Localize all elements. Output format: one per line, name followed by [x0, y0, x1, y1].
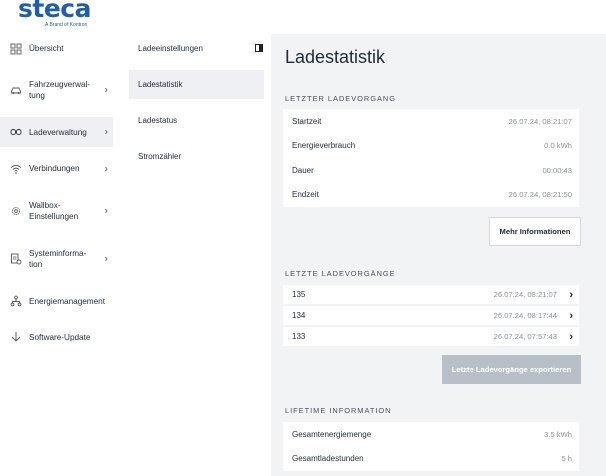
- nav-item-fahrzeugverwaltung[interactable]: Fahrzeugverwal-tung ›: [0, 63, 113, 117]
- chevron-right-icon: ›: [104, 126, 108, 138]
- detail-row-dauer: Dauer 00:00:43: [283, 158, 579, 183]
- nav-label: Wallbox-Einstellungen: [29, 201, 79, 221]
- subnav-item-ladestatistik[interactable]: Ladestatistik: [129, 70, 264, 99]
- chevron-right-icon: ›: [104, 163, 108, 174]
- subnav-label: Ladeeinstellungen: [138, 44, 203, 53]
- session-id: 133: [292, 332, 306, 341]
- session-timestamp: 26.07.24, 08:21:07: [493, 290, 557, 299]
- nav-label: Energiemanagement: [29, 296, 106, 306]
- last-session-card: Startzeit 26.07.24, 08:21:07 Energieverb…: [283, 109, 579, 207]
- detail-row-startzeit: Startzeit 26.07.24, 08:21:07: [283, 109, 579, 134]
- wifi-icon: [10, 163, 22, 175]
- sub-navigation: Ladeeinstellungen Ladestatistik Ladestat…: [129, 34, 264, 178]
- subnav-label: Ladestatistik: [138, 80, 183, 89]
- row-value: 26.07.24, 08:21:50: [508, 190, 572, 200]
- network-icon: [10, 295, 22, 307]
- session-timestamp: 26.07.24, 08:17:44: [493, 311, 557, 320]
- chevron-right-icon: ›: [569, 330, 573, 343]
- row-value: 5 h: [561, 454, 572, 464]
- chevron-right-icon: ›: [569, 309, 573, 322]
- session-timestamp: 26.07.24, 07:57:43: [493, 332, 557, 341]
- chevron-right-icon: ›: [104, 205, 108, 217]
- nav-label: Systeminforma-tion: [29, 248, 87, 269]
- nav-label: Übersicht: [29, 44, 64, 53]
- row-label: Startzeit: [292, 116, 322, 126]
- download-icon: [10, 331, 22, 343]
- row-value: 0.0 kWh: [544, 141, 572, 151]
- nav-item-ladeverwaltung[interactable]: Ladeverwaltung ›: [0, 117, 113, 147]
- nav-item-wallbox-einstellungen[interactable]: Wallbox-Einstellungen ›: [0, 190, 113, 232]
- nav-item-uebersicht[interactable]: Übersicht: [0, 34, 113, 63]
- row-label: Gesamtladestunden: [292, 454, 364, 464]
- logo-tagline: A Brand of Kontron: [45, 22, 88, 28]
- detail-row-gesamtladestunden: Gesamtladestunden 5 h: [283, 447, 579, 472]
- detail-row-energieverbrauch: Energieverbrauch 0.0 kWh: [283, 134, 579, 159]
- car-icon: [10, 84, 22, 96]
- chevron-right-icon: ›: [569, 288, 573, 301]
- row-label: Gesamtenergiemenge: [292, 429, 372, 439]
- logo-wordmark: steca: [18, 0, 91, 23]
- session-id: 135: [292, 290, 306, 299]
- nav-item-energiemanagement[interactable]: Energiemanagement: [0, 285, 113, 317]
- detail-row-gesamtenergiemenge: Gesamtenergiemenge 3.5 kWh: [283, 422, 579, 447]
- session-row[interactable]: 134 26.07.24, 08:17:44 ›: [283, 306, 579, 325]
- row-label: Energieverbrauch: [292, 141, 356, 151]
- nav-label: Ladeverwaltung: [29, 127, 87, 137]
- gear-icon: [10, 205, 22, 217]
- more-info-button[interactable]: Mehr Informationen: [489, 217, 581, 246]
- row-value: 3.5 kWh: [544, 429, 572, 439]
- row-value: 26.07.24, 08:21:07: [508, 116, 572, 126]
- chevron-right-icon: ›: [104, 253, 108, 264]
- main-navigation: Übersicht Fahrzeugverwal-tung › Ladeverw…: [0, 34, 113, 357]
- detail-row-endzeit: Endzeit 26.07.24, 08:21:50: [283, 183, 579, 208]
- steca-logo: steca A Brand of Kontron: [18, 0, 128, 30]
- dashboard-icon: [10, 43, 22, 55]
- session-row[interactable]: 135 26.07.24, 08:21:07 ›: [283, 285, 579, 304]
- row-value: 00:00:43: [542, 165, 572, 175]
- export-sessions-button[interactable]: Letzte Ladevorgänge exportieren: [442, 355, 581, 384]
- nav-label: Verbindungen: [29, 164, 80, 173]
- session-row[interactable]: 133 26.07.24, 07:57:43 ›: [283, 327, 579, 346]
- section-title-lifetime: LIFETIME INFORMATION: [285, 406, 392, 415]
- nav-label: Fahrzeugverwal-tung: [29, 80, 90, 100]
- session-id: 134: [292, 311, 306, 320]
- nav-item-systeminformation[interactable]: Systeminforma-tion ›: [0, 232, 113, 285]
- collapse-panel-icon[interactable]: [255, 44, 263, 52]
- nav-item-verbindungen[interactable]: Verbindungen ›: [0, 147, 113, 190]
- charging-icon: [10, 126, 22, 138]
- nav-item-software-update[interactable]: Software-Update: [0, 317, 113, 357]
- chevron-right-icon: ›: [104, 84, 108, 96]
- page-title: Ladestatistik: [285, 47, 386, 67]
- lifetime-card: Gesamtenergiemenge 3.5 kWh Gesamtladestu…: [283, 422, 579, 471]
- row-label: Dauer: [292, 165, 314, 175]
- subnav-label: Stromzähler: [138, 152, 182, 161]
- subnav-item-stromzaehler[interactable]: Stromzähler: [129, 142, 264, 171]
- row-label: Endzeit: [292, 190, 319, 200]
- subnav-item-ladeeinstellungen[interactable]: Ladeeinstellungen: [129, 34, 264, 63]
- subnav-item-ladestatus[interactable]: Ladestatus: [129, 106, 264, 135]
- system-info-icon: [10, 253, 22, 265]
- subnav-label: Ladestatus: [138, 116, 178, 125]
- nav-label: Software-Update: [29, 332, 91, 342]
- main-panel: Ladestatistik LETZTER LADEVORGANG Startz…: [271, 34, 606, 476]
- section-title-sessions: LETZTE LADEVORGÄNGE: [285, 269, 396, 278]
- section-title-last-session: LETZTER LADEVORGANG: [285, 94, 396, 103]
